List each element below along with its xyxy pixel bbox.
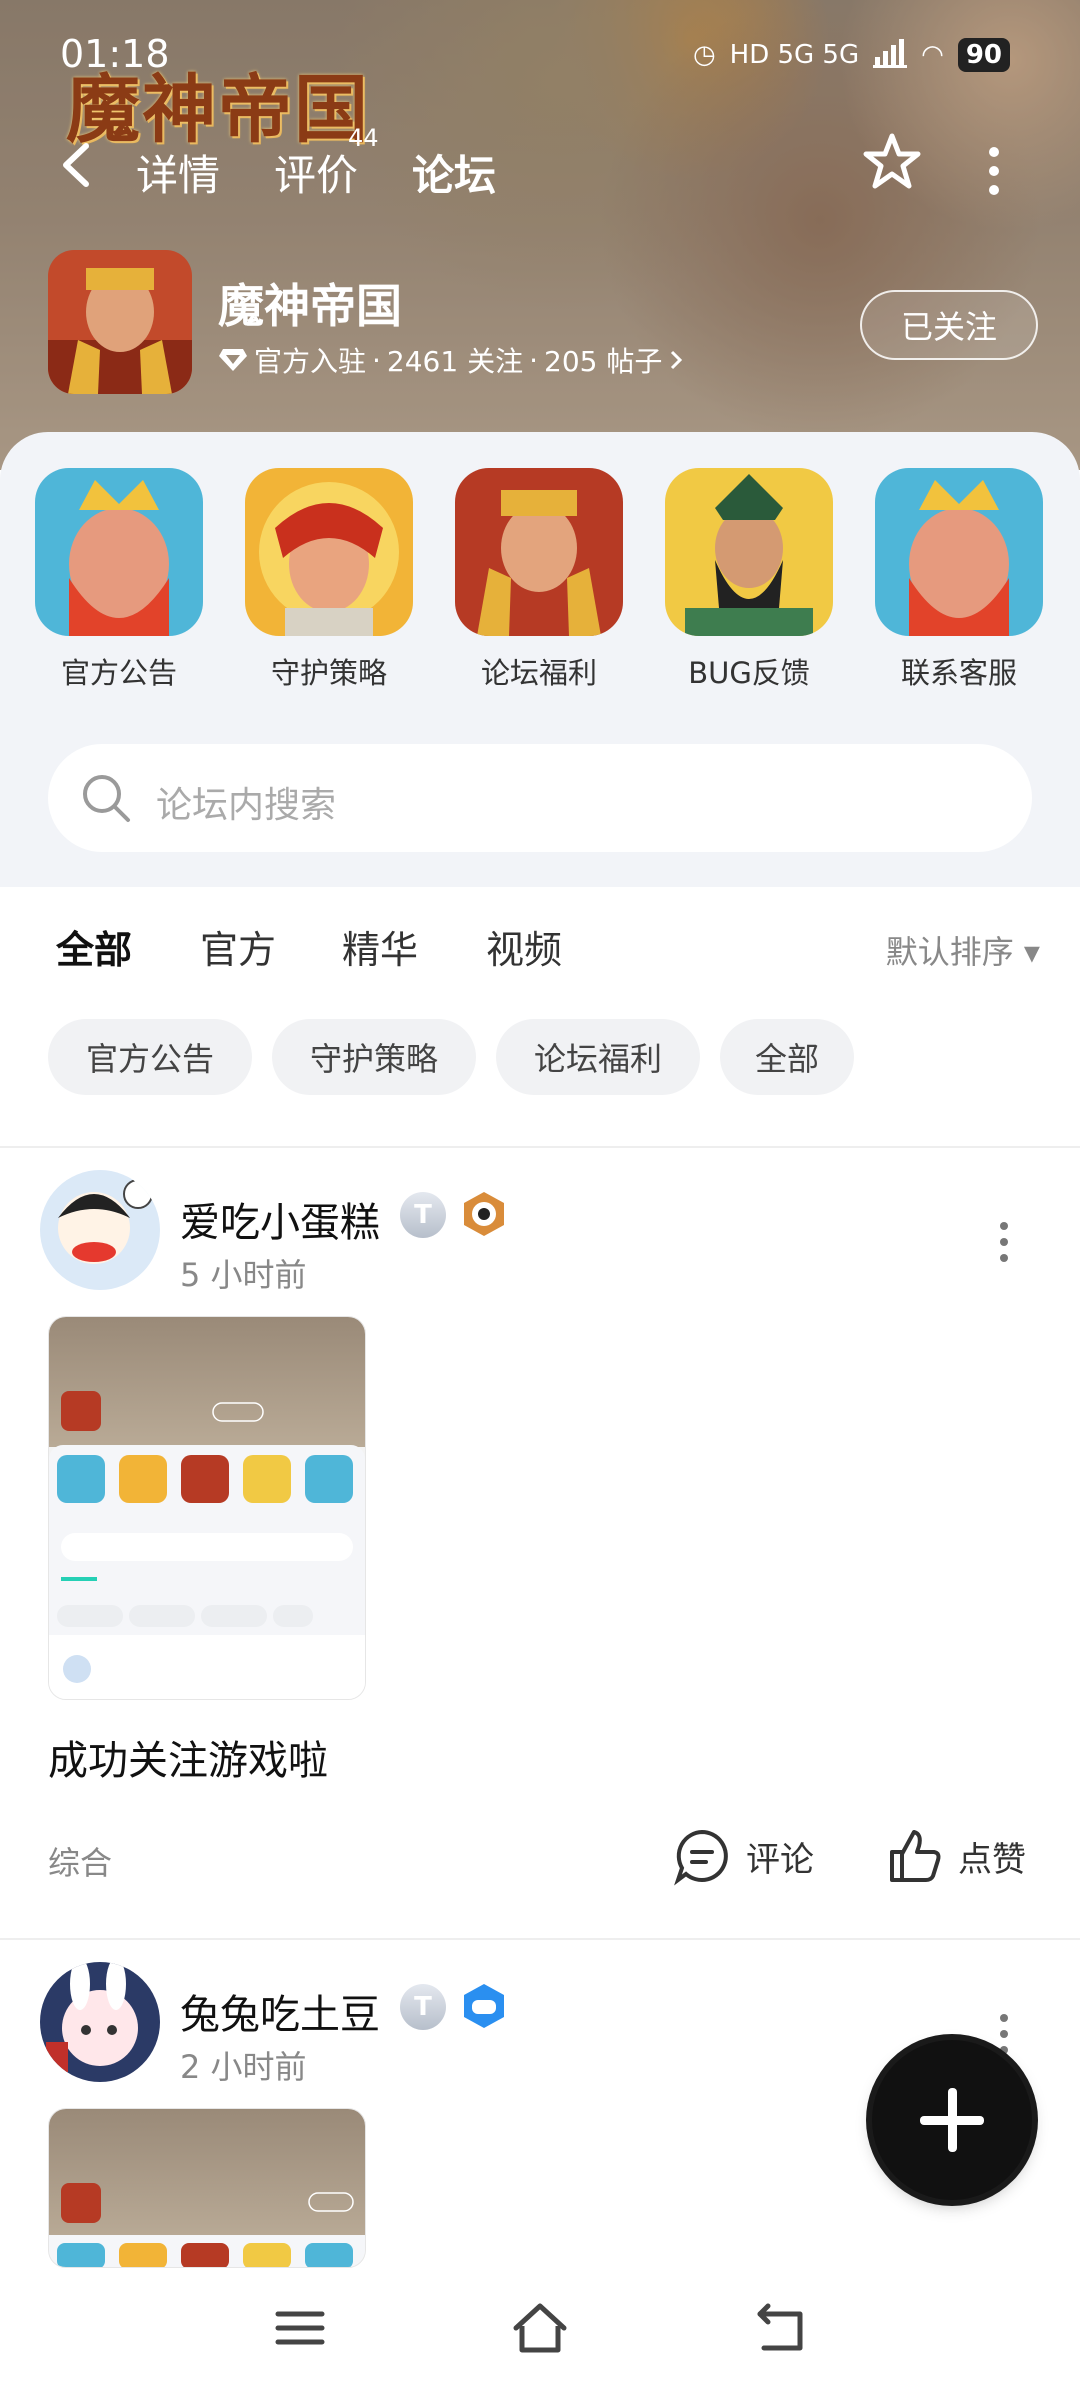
medal-icon xyxy=(460,1190,508,1238)
chevron-right-icon xyxy=(671,350,683,370)
back-arrow-icon[interactable] xyxy=(56,140,96,190)
forum-page: 01:18 ◷ HD 5G 5G ◠ 90 魔神帝国 详情 评价 44 论坛 魔… xyxy=(0,0,1080,2388)
filter-tab-official[interactable]: 官方 xyxy=(200,919,276,974)
level-badge: T xyxy=(400,1984,446,2030)
post-category[interactable]: 综合 xyxy=(48,1838,112,1884)
posts-count: 205 帖子 xyxy=(544,345,663,378)
announcements-icon xyxy=(35,468,203,636)
game-name: 魔神帝国 xyxy=(218,279,402,333)
divider xyxy=(0,1146,1080,1148)
tab-reviews[interactable]: 评价 xyxy=(274,142,358,203)
search-icon xyxy=(83,775,130,822)
verified-label: 官方入驻 xyxy=(254,345,367,378)
back-icon[interactable] xyxy=(750,2298,810,2358)
post-time: 5 小时前 xyxy=(180,1256,307,1294)
sort-dropdown[interactable]: 默认排序 ▾ xyxy=(886,927,1040,973)
top-nav: 详情 评价 44 论坛 xyxy=(0,124,1080,211)
welfare-icon xyxy=(455,468,623,636)
post-image-thumbnail[interactable] xyxy=(48,1316,366,1700)
game-stats[interactable]: 官方入驻 · 2461 关注 · 205 帖子 xyxy=(218,340,684,380)
post-content[interactable]: 成功关注游戏啦 xyxy=(48,1728,328,1786)
filter-tab-video[interactable]: 视频 xyxy=(486,919,562,974)
filter-bar: 全部 官方 精华 视频 默认排序 ▾ 官方公告 守护策略 论坛福利 全部 xyxy=(0,887,1080,1147)
thumbs-up-icon xyxy=(890,1830,941,1882)
shortcut-support[interactable]: 联系客服 xyxy=(874,468,1044,698)
bug-report-icon xyxy=(665,468,833,636)
post-time: 2 小时前 xyxy=(180,2048,307,2086)
post-more-icon[interactable] xyxy=(1000,1222,1010,1262)
network-indicator: HD 5G 5G xyxy=(729,40,860,70)
chip-announcements[interactable]: 官方公告 xyxy=(48,1019,252,1095)
strategy-icon xyxy=(245,468,413,636)
support-icon xyxy=(875,468,1043,636)
filter-tab-all[interactable]: 全部 xyxy=(56,919,132,980)
chip-strategy[interactable]: 守护策略 xyxy=(272,1019,476,1095)
create-post-button[interactable] xyxy=(866,2034,1038,2206)
reviews-count-badge: 44 xyxy=(348,124,379,152)
shortcut-bug-report[interactable]: BUG反馈 xyxy=(664,468,834,698)
battery-indicator: 90 xyxy=(957,38,1010,72)
followers-count: 2461 关注 xyxy=(386,345,524,378)
shortcut-grid: 官方公告 守护策略 论坛福利 BUG反馈 联系客服 xyxy=(0,468,1080,708)
level-badge: T xyxy=(400,1192,446,1238)
chip-welfare[interactable]: 论坛福利 xyxy=(496,1019,700,1095)
game-info: 魔神帝国 官方入驻 · 2461 关注 · 205 帖子 已关注 xyxy=(48,250,1038,400)
wifi-icon: ◠ xyxy=(921,40,944,70)
username[interactable]: 爱吃小蛋糕 xyxy=(180,1190,380,1248)
post-more-icon[interactable] xyxy=(1000,2014,1010,2054)
game-app-icon[interactable] xyxy=(48,250,192,394)
home-icon[interactable] xyxy=(510,2298,570,2358)
more-options-icon[interactable] xyxy=(986,144,1002,195)
game-controller-badge-icon xyxy=(460,1982,508,2030)
follow-button[interactable]: 已关注 xyxy=(860,290,1038,360)
filter-tab-featured[interactable]: 精华 xyxy=(342,919,418,974)
alarm-icon: ◷ xyxy=(692,40,716,70)
forum-panel: 官方公告 守护策略 论坛福利 BUG反馈 联系客服 论坛内搜索 xyxy=(0,432,1080,887)
divider xyxy=(0,1938,1080,1940)
comment-icon xyxy=(674,1829,728,1886)
avatar[interactable] xyxy=(40,1170,160,1290)
game-banner: 01:18 ◷ HD 5G 5G ◠ 90 魔神帝国 详情 评价 44 论坛 魔… xyxy=(0,0,1080,470)
chip-all[interactable]: 全部 xyxy=(720,1019,854,1095)
active-tab-indicator xyxy=(412,199,497,211)
screenshot-preview-image xyxy=(49,1391,365,1699)
system-navigation-bar xyxy=(0,2268,1080,2388)
screenshot-preview-image xyxy=(49,2183,365,2267)
search-placeholder: 论坛内搜索 xyxy=(156,785,337,826)
tab-forum[interactable]: 论坛 xyxy=(412,142,497,211)
post-card[interactable]: 爱吃小蛋糕 T 5 小时前 成功关注游戏啦 综合 评论 点赞 xyxy=(0,1170,1080,1940)
like-button[interactable]: 点赞 xyxy=(884,1826,1026,1886)
tab-details[interactable]: 详情 xyxy=(136,142,220,203)
forum-search-input[interactable]: 论坛内搜索 xyxy=(48,744,1032,852)
signal-icon xyxy=(873,39,908,68)
post-image-thumbnail[interactable] xyxy=(48,2108,366,2268)
diamond-verified-icon xyxy=(219,349,247,371)
menu-icon[interactable] xyxy=(270,2298,330,2358)
star-favorite-icon[interactable] xyxy=(860,130,924,194)
comment-button[interactable]: 评论 xyxy=(672,1826,814,1886)
username[interactable]: 兔兔吃土豆 xyxy=(180,1982,380,2040)
shortcut-announcements[interactable]: 官方公告 xyxy=(34,468,204,698)
avatar[interactable] xyxy=(40,1962,160,2082)
shortcut-strategy[interactable]: 守护策略 xyxy=(244,468,414,698)
shortcut-welfare[interactable]: 论坛福利 xyxy=(454,468,624,698)
